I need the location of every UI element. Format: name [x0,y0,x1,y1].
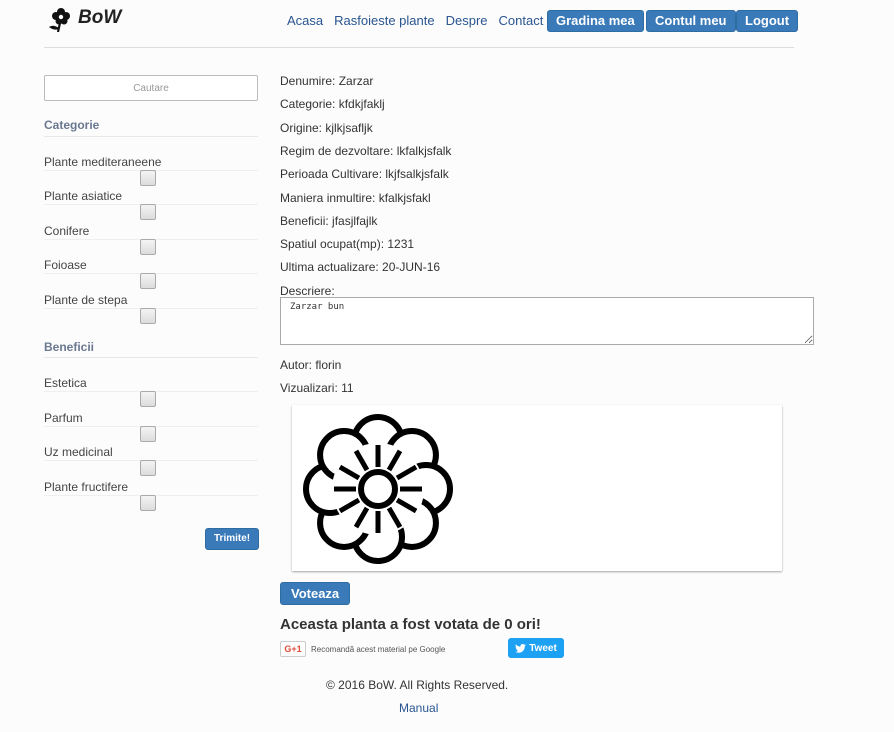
nav-link-contact[interactable]: Contact [499,13,544,28]
checkbox-label-plante-fructifere: Plante fructifere [44,480,129,494]
google-plus-text: Recomandă acest material pe Google [311,644,446,654]
checkbox-plante-de-stepa[interactable] [140,308,156,324]
checkbox-parfum[interactable] [140,426,156,442]
field-regim-dezvoltare: Regim de dezvoltare: lkfalkjsfalk [280,144,452,158]
field-beneficii: Beneficii: jfasjlfajlk [280,214,378,228]
nav-link-rasfoieste-plante[interactable]: Rasfoieste plante [334,13,434,28]
footer-copyright: © 2016 BoW. All Rights Reserved. [326,678,509,692]
google-plus-icon[interactable]: G+1 [280,641,306,657]
flower-icon [303,414,453,564]
checkbox-label-plante-de-stepa: Plante de stepa [44,293,128,307]
checkbox-uz-medicinal[interactable] [140,460,156,476]
checkbox-plante-mediteraneene[interactable] [140,170,156,186]
logo[interactable]: BoW [46,4,121,32]
trimite-button[interactable]: Trimite! [205,528,260,550]
google-plus-widget[interactable]: G+1 Recomandă acest material pe Google [280,640,445,658]
field-origine: Origine: kjlkjsafljk [280,121,373,135]
twitter-bird-icon [515,643,527,653]
checkbox-foioase[interactable] [140,273,156,289]
checkbox-plante-asiatice[interactable] [140,204,156,220]
plant-image [292,405,782,571]
logo-text: BoW [78,7,122,28]
nav-link-despre[interactable]: Despre [446,13,488,28]
checkbox-estetica[interactable] [140,391,156,407]
gradina-mea-button[interactable]: Gradina mea [547,10,644,32]
checkbox-label-parfum: Parfum [44,411,83,425]
checkbox-label-foioase: Foioase [44,258,87,272]
field-spatiul-ocupat: Spatiul ocupat(mp): 1231 [280,237,415,251]
field-denumire: Denumire: Zarzar [280,74,374,88]
divider [44,136,258,137]
tweet-button[interactable]: Tweet [508,638,564,658]
vote-result-text: Aceasta planta a fost votata de 0 ori! [280,616,541,633]
main-nav: Acasa Rasfoieste plante Despre Contact [287,13,554,28]
tweet-label: Tweet [529,642,557,654]
checkbox-plante-fructifere[interactable] [140,495,156,511]
checkbox-label-conifere: Conifere [44,224,90,238]
field-vizualizari: Vizualizari: 11 [280,381,354,395]
checkbox-conifere[interactable] [140,239,156,255]
descriere-textarea[interactable]: Zarzar bun [280,297,814,345]
field-autor: Autor: florin [280,358,342,372]
field-ultima-actualizare: Ultima actualizare: 20-JUN-16 [280,260,441,274]
flower-icon [49,8,70,32]
manual-link[interactable]: Manual [399,701,438,715]
field-perioada-cultivare: Perioada Cultivare: lkjfsalkjsfalk [280,167,449,181]
contul-meu-button[interactable]: Contul meu [646,10,736,32]
field-categorie: Categorie: kfdkjfaklj [280,97,385,111]
categorie-title: Categorie [44,118,100,132]
nav-link-acasa[interactable]: Acasa [287,13,323,28]
logout-button[interactable]: Logout [736,10,799,32]
checkbox-label-estetica: Estetica [44,376,87,390]
checkbox-label-uz-medicinal: Uz medicinal [44,445,113,459]
search-input[interactable] [44,75,258,101]
descriere-label: Descriere: [280,284,335,298]
checkbox-label-plante-mediteraneene: Plante mediteraneene [44,155,162,169]
field-maniera-inmultire: Maniera inmultire: kfalkjsfakl [280,191,431,205]
divider [44,357,258,358]
voteaza-button[interactable]: Voteaza [280,582,351,605]
checkbox-label-plante-asiatice: Plante asiatice [44,189,123,203]
header-divider [44,47,794,48]
beneficii-title: Beneficii [44,340,95,354]
